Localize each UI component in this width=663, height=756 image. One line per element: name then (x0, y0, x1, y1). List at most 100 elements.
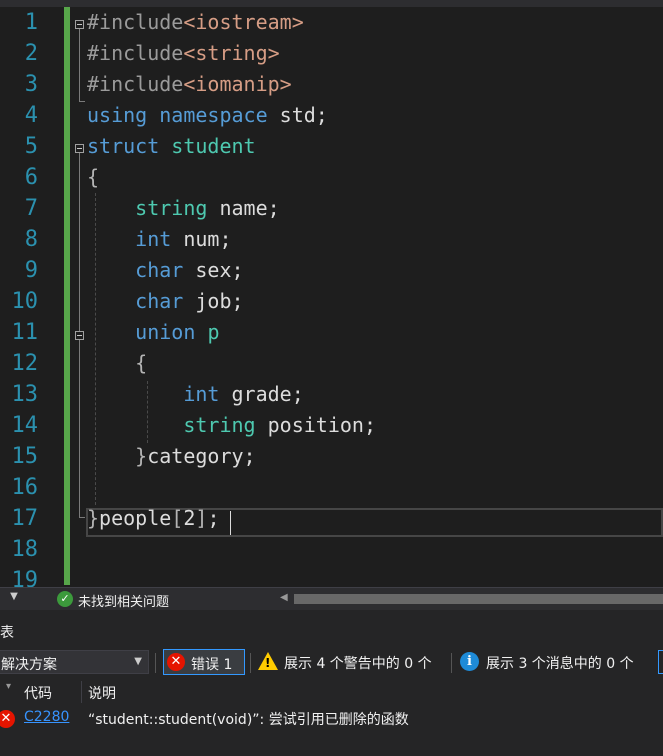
line-number: 9 (24, 258, 38, 283)
outline-line (79, 29, 80, 101)
code-token: grade; (219, 382, 304, 406)
code-token: union (135, 320, 196, 344)
toolbar-divider (250, 653, 251, 673)
toolbar-divider (451, 653, 452, 673)
error-code-link[interactable]: C2280 (24, 709, 69, 725)
code-token: int (183, 382, 220, 406)
warnings-filter-label: 展示 4 个警告中的 0 个 (284, 656, 432, 672)
code-editor[interactable]: 1 2 3 4 5 6 7 8 9 10 11 12 13 14 15 16 17 18 19 #include<i… (0, 7, 663, 587)
code-token: int (135, 227, 172, 251)
code-token: #include (87, 72, 184, 96)
code-token: <string> (183, 41, 280, 65)
code-line[interactable]: union p (87, 317, 219, 348)
outline-end-tick (79, 517, 85, 518)
scope-dropdown[interactable]: 解决方案 ▼ (0, 650, 149, 674)
horizontal-scrollbar[interactable]: ◀ (280, 592, 663, 605)
table-row[interactable]: ✕ C2280 “student::student(void)”: 尝试引用已删… (0, 706, 663, 732)
column-header-code[interactable]: 代码 (24, 683, 52, 703)
line-number: 14 (11, 413, 39, 438)
line-number: 6 (24, 165, 38, 190)
code-token: namespace (159, 103, 268, 127)
code-line[interactable]: }category; (87, 441, 256, 472)
code-line[interactable]: string name; (87, 193, 280, 224)
code-line[interactable]: { (87, 348, 147, 379)
code-line[interactable]: char sex; (87, 255, 243, 286)
errors-filter-label: 错误 1 (191, 657, 233, 673)
line-number-gutter: 1 2 3 4 5 6 7 8 9 10 11 12 13 14 15 16 17 18 19 (0, 7, 66, 587)
code-token: name; (207, 196, 280, 220)
code-token: p (207, 320, 220, 344)
code-token: job; (183, 289, 244, 313)
line-number: 15 (11, 444, 39, 469)
line-number: 19 (11, 568, 39, 587)
code-token: num; (171, 227, 232, 251)
error-list-toolbar: 解决方案 ▼ ✕ 错误 1 ! 展示 4 个警告中的 0 个 i 展示 3 个消… (0, 647, 663, 679)
code-token: <iostream> (183, 10, 304, 34)
column-divider[interactable] (81, 681, 82, 703)
code-token: #include (87, 10, 184, 34)
code-line[interactable]: struct student (87, 131, 256, 162)
code-line[interactable]: string position; (87, 410, 376, 441)
change-tracking-bar (64, 7, 70, 585)
messages-filter-label: 展示 3 个消息中的 0 个 (486, 656, 634, 672)
column-header-description[interactable]: 说明 (88, 683, 116, 703)
code-line[interactable]: char job; (87, 286, 244, 317)
code-token: { (87, 165, 100, 189)
line-number: 7 (24, 196, 38, 221)
code-token: 2 (183, 506, 196, 530)
line-number: 4 (24, 103, 38, 128)
code-token: people (99, 506, 172, 530)
code-token: category; (147, 444, 256, 468)
code-line[interactable]: #include<string> (87, 38, 280, 69)
error-icon: ✕ (0, 710, 15, 728)
error-description: “student::student(void)”: 尝试引用已删除的函数 (88, 712, 409, 728)
code-line[interactable]: #include<iostream> (87, 7, 304, 38)
code-token: char (135, 289, 184, 313)
line-number: 12 (11, 351, 39, 376)
error-list-panel: 表 解决方案 ▼ ✕ 错误 1 ! 展示 4 个警告中的 0 个 i 展示 3 … (0, 610, 663, 756)
collapse-toggle-icon[interactable] (75, 144, 84, 153)
line-number: 17 (11, 506, 39, 531)
code-token: using (87, 103, 148, 127)
scroll-left-icon[interactable]: ◀ (280, 592, 288, 603)
line-number: 13 (11, 382, 39, 407)
code-token: student (171, 134, 256, 158)
scrollbar-thumb[interactable] (294, 594, 663, 604)
code-line[interactable]: { (87, 162, 99, 193)
collapse-toggle-icon[interactable] (75, 20, 84, 29)
line-number: 10 (11, 289, 39, 314)
code-token: <iomanip> (183, 72, 292, 96)
errors-filter-button[interactable]: ✕ 错误 1 (163, 649, 245, 675)
editor-status-bar: ▼ ✓ 未找到相关问题 ◀ (0, 587, 663, 610)
code-line[interactable]: int num; (87, 224, 232, 255)
build-filter-dropdown[interactable] (658, 650, 663, 674)
code-line[interactable]: using namespace std; (87, 100, 328, 131)
check-circle-icon: ✓ (57, 591, 73, 607)
filter-icon[interactable]: ▾ (6, 681, 11, 692)
code-line[interactable]: }people[2]; (87, 503, 219, 534)
text-caret (230, 511, 231, 535)
code-token: std; (267, 103, 328, 127)
code-line[interactable]: int grade; (87, 379, 304, 410)
error-list-header: ▾ 代码 说明 (0, 679, 663, 705)
code-token: char (135, 258, 184, 282)
line-number: 16 (11, 475, 39, 500)
zoom-dropdown-icon[interactable]: ▼ (0, 591, 28, 602)
collapse-toggle-icon[interactable] (75, 331, 84, 340)
line-number: 5 (24, 134, 38, 159)
code-token: } (135, 444, 148, 468)
code-token: #include (87, 41, 184, 65)
line-number: 1 (24, 10, 38, 35)
code-token: ; (207, 506, 220, 530)
code-line[interactable]: #include<iomanip> (87, 69, 292, 100)
info-icon: i (460, 652, 479, 671)
health-status-text[interactable]: 未找到相关问题 (78, 591, 169, 610)
